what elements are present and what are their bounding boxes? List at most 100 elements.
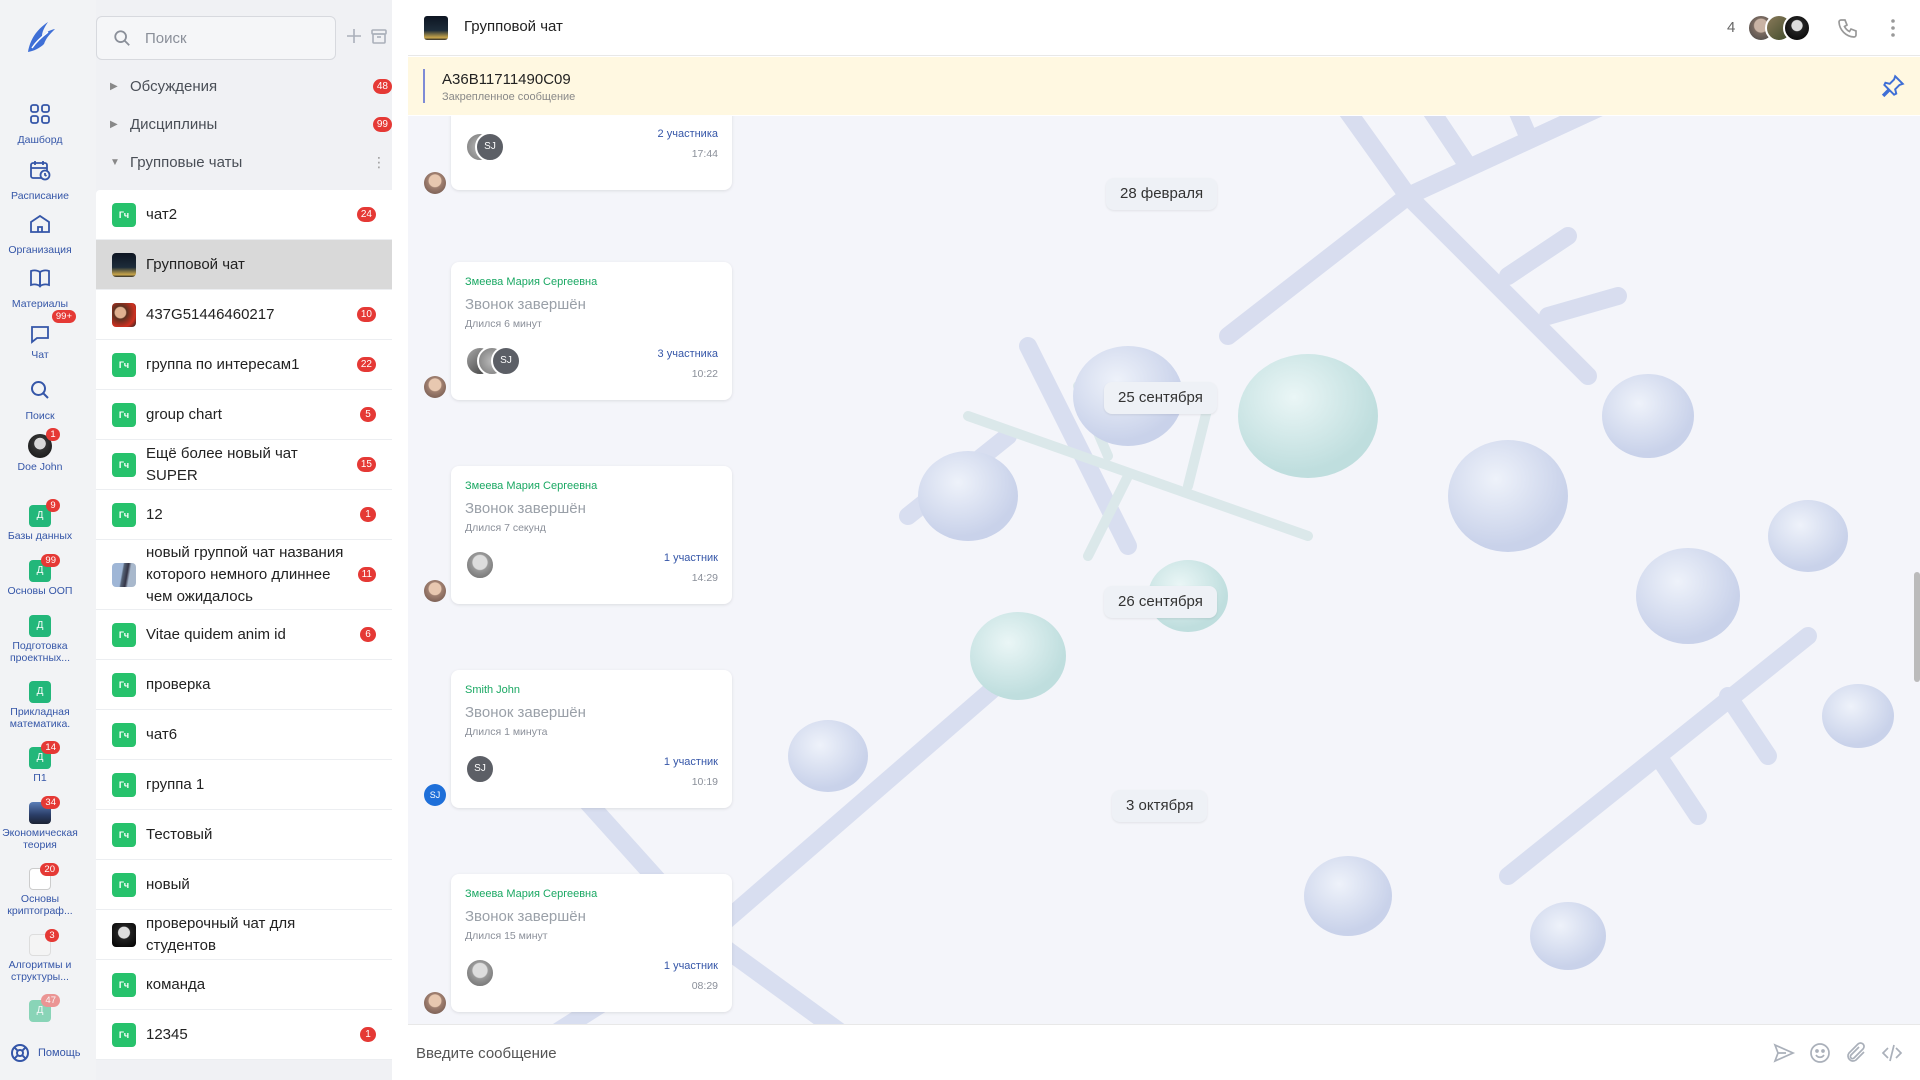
course-label: Основы криптограф... (7, 893, 73, 917)
feed-scrollbar[interactable] (1914, 572, 1920, 682)
paperclip-icon[interactable] (1844, 1041, 1868, 1065)
course-label: Алгоритмы и структуры... (8, 959, 72, 983)
sender-avatar[interactable]: SJ (424, 784, 446, 806)
code-icon[interactable] (1880, 1041, 1904, 1065)
call-participants[interactable]: 3 участника (658, 348, 718, 360)
chat-list-item[interactable]: проверочный чат для студентов (96, 910, 392, 960)
sender-avatar[interactable] (424, 376, 446, 398)
rail-item-chat[interactable]: 99+ Чат (0, 310, 80, 361)
rail-course-item[interactable]: Д 9 Базы данных (0, 499, 80, 542)
chat-list-item[interactable]: Гч 12345 1 (96, 1010, 392, 1060)
chat-list-item[interactable]: Гч новый (96, 860, 392, 910)
call-message[interactable]: Змеева Мария Сергеевна Звонок завершён Д… (451, 466, 732, 604)
plus-icon[interactable] (344, 26, 364, 46)
sender-avatar[interactable] (424, 172, 446, 194)
section-group-chats[interactable]: ▼ Групповые чаты ⋮ (110, 152, 392, 172)
app-logo-icon[interactable] (22, 18, 58, 56)
participant-avatar: SJ (465, 754, 495, 784)
emoji-icon[interactable] (1808, 1041, 1832, 1065)
chat-avatar (112, 562, 136, 587)
group-chat-avatar: Гч (112, 1022, 136, 1047)
rail-item-search[interactable]: Поиск (0, 378, 80, 422)
message-author[interactable]: Smith John (465, 684, 520, 696)
group-chat-avatar: Гч (112, 672, 136, 697)
rail-item-profile[interactable]: 1 Doe John (0, 428, 80, 473)
sender-avatar[interactable] (424, 580, 446, 602)
group-chat-avatar: Гч (112, 452, 136, 477)
call-duration: Длился 7 секунд (465, 522, 546, 534)
message-time: 17:44 (691, 148, 718, 160)
course-badge: 34 (41, 796, 60, 809)
rail-course-item[interactable]: Д Прикладная математика. (0, 681, 80, 730)
chat-list-item[interactable]: Гч группа по интересам1 22 (96, 340, 392, 390)
phone-icon[interactable] (1836, 16, 1860, 40)
group-chat-list: Гч чат2 24 Групповой чат 437G51446460217 10 Гч… (96, 190, 392, 1060)
section-disciplines[interactable]: ▶ Дисциплины 99 (110, 114, 392, 134)
participant-avatar: SJ (475, 132, 505, 162)
chat-list-item[interactable]: Групповой чат (96, 240, 392, 290)
call-participants[interactable]: 1 участник (664, 552, 718, 564)
call-participants[interactable]: 2 участника (658, 128, 718, 140)
message-author[interactable]: Змеева Мария Сергеевна (465, 888, 597, 900)
call-message[interactable]: Smith John Звонок завершён Длился 1 мину… (451, 670, 732, 808)
message-input[interactable] (416, 1037, 1666, 1069)
member-count[interactable]: 4 (1727, 19, 1735, 36)
chat-avatar[interactable] (424, 16, 448, 40)
rail-item-schedule[interactable]: Расписание (0, 158, 80, 202)
archive-icon[interactable] (369, 26, 389, 46)
rail-course-item[interactable]: Д Подготовка проектных... (0, 615, 80, 664)
chat-search-box[interactable] (96, 16, 336, 60)
message-author[interactable]: Змеева Мария Сергеевна (465, 480, 597, 492)
call-message[interactable]: Змеева Мария Сергеевна Звонок завершён Д… (451, 262, 732, 400)
rail-item-organization[interactable]: Организация (0, 212, 80, 256)
chat-list-item[interactable]: Гч group chart 5 (96, 390, 392, 440)
call-status: Звонок завершён (465, 704, 586, 721)
search-icon (114, 30, 130, 46)
call-duration: Длился 6 минут (465, 318, 542, 330)
rail-course-item[interactable]: Д 47 (0, 994, 80, 1022)
chat-list-item[interactable]: Гч Ещё более новый чат SUPER 15 (96, 440, 392, 490)
call-message[interactable]: SJ 2 участника 17:44 (451, 116, 732, 190)
sender-avatar[interactable] (424, 992, 446, 1014)
course-tile: Д 47 (29, 994, 60, 1022)
section-discussions[interactable]: ▶ Обсуждения 48 (110, 76, 392, 96)
book-icon (30, 269, 50, 288)
chat-list-item[interactable]: Гч 12 1 (96, 490, 392, 540)
chat-list-item[interactable]: Гч команда (96, 960, 392, 1010)
rail-item-dashboard[interactable]: Дашборд (0, 102, 80, 146)
call-message[interactable]: Змеева Мария Сергеевна Звонок завершён Д… (451, 874, 732, 1012)
chat-list-item[interactable]: Гч Vitae quidem anim id 6 (96, 610, 392, 660)
rail-item-materials[interactable]: Материалы (0, 266, 80, 310)
send-icon[interactable] (1772, 1041, 1796, 1065)
message-author[interactable]: Змеева Мария Сергеевна (465, 276, 597, 288)
section-label: Дисциплины (130, 115, 218, 133)
chat-list-item[interactable]: Гч проверка (96, 660, 392, 710)
chat-list-item[interactable]: 437G51446460217 10 (96, 290, 392, 340)
rail-course-item[interactable]: 34 Экономическая теория (0, 796, 80, 851)
call-participants[interactable]: 1 участник (664, 756, 718, 768)
rail-course-item[interactable]: Д 99 Основы ООП (0, 554, 80, 597)
rail-course-item[interactable]: 20 Основы криптограф... (0, 863, 80, 917)
rail-course-item[interactable]: 3 Алгоритмы и структуры... (0, 929, 80, 983)
chat-search-input[interactable] (145, 29, 305, 47)
help-label: Помощь (38, 1047, 81, 1059)
member-avatar[interactable] (1783, 14, 1811, 42)
section-badge: 48 (372, 78, 392, 94)
pinned-message[interactable]: A36B11711490C09 Закрепленное сообщение (408, 57, 1920, 115)
group-chat-avatar: Гч (112, 972, 136, 997)
more-vertical-icon[interactable] (1881, 16, 1905, 40)
message-composer (408, 1024, 1920, 1080)
rail-course-item[interactable]: Д 14 П1 (0, 741, 80, 784)
chat-list-item[interactable]: Гч группа 1 (96, 760, 392, 810)
course-tile: Д 99 (29, 554, 60, 582)
pin-icon[interactable] (1880, 73, 1906, 99)
more-vertical-icon[interactable]: ⋮ (372, 154, 392, 171)
chat-list-item[interactable]: Гч Тестовый (96, 810, 392, 860)
help-button[interactable]: Помощь (10, 1043, 81, 1063)
chat-list-item[interactable]: новый группой чат названия которого немн… (96, 540, 392, 610)
call-participants[interactable]: 1 участник (664, 960, 718, 972)
chat-title[interactable]: Групповой чат (464, 18, 563, 35)
chat-list-item[interactable]: Гч чат6 (96, 710, 392, 760)
chat-name: проверочный чат для студентов (146, 914, 296, 954)
chat-list-item[interactable]: Гч чат2 24 (96, 190, 392, 240)
